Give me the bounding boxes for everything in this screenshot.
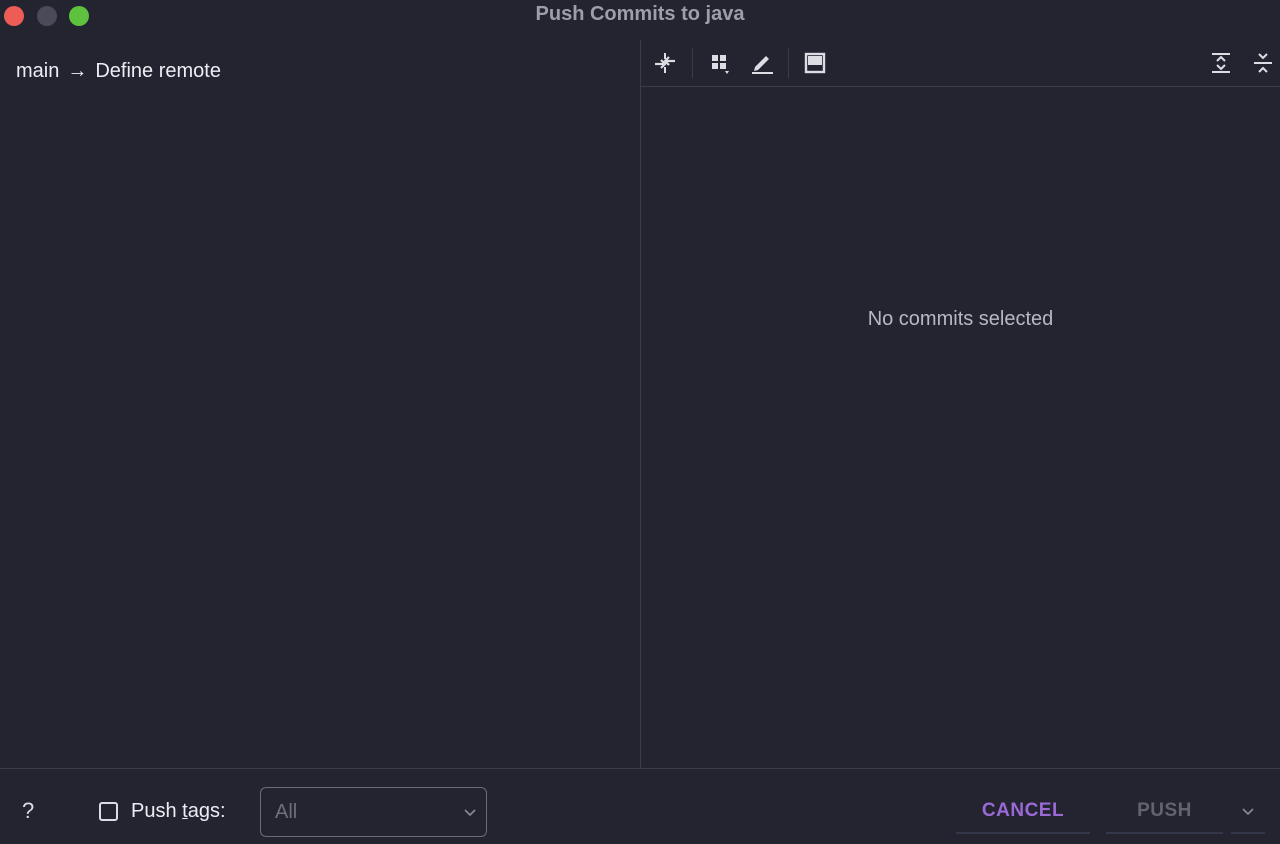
preview-diff-icon[interactable] — [801, 49, 829, 77]
push-arrow-icon: → — [67, 60, 88, 82]
empty-state-message: No commits selected — [867, 308, 1054, 330]
cancel-button[interactable]: CANCEL — [956, 790, 1090, 834]
collapse-all-icon[interactable] — [1249, 49, 1277, 77]
push-commits-dialog: Push Commits to java main → Define remot… — [0, 0, 1280, 844]
push-button[interactable]: PUSH — [1106, 790, 1223, 834]
title-bar: Push Commits to java — [0, 0, 1280, 34]
push-tags-label[interactable]: Push tags: — [131, 800, 226, 823]
tags-select[interactable]: All — [260, 787, 487, 837]
details-toolbar — [641, 40, 1280, 87]
toolbar-separator — [692, 48, 693, 78]
push-options-dropdown[interactable] — [1231, 790, 1265, 834]
group-by-icon[interactable] — [707, 49, 735, 77]
window-title: Push Commits to java — [535, 3, 745, 25]
define-remote-link[interactable]: Define remote — [95, 60, 221, 83]
push-tags-label-suffix: ags: — [187, 800, 226, 822]
repository-tree-panel: main → Define remote — [0, 40, 640, 768]
help-button[interactable]: ? — [22, 798, 34, 824]
bottom-divider — [0, 768, 1280, 769]
local-branch-label: main — [16, 60, 60, 82]
expand-all-icon[interactable] — [1207, 49, 1235, 77]
tags-select-value: All — [275, 801, 298, 823]
branch-row[interactable]: main → Define remote — [16, 60, 221, 83]
push-tags-checkbox[interactable] — [99, 802, 118, 821]
edit-icon[interactable] — [748, 49, 776, 77]
commit-details-panel: No commits selected — [641, 40, 1280, 768]
push-tags-label-prefix: Push — [131, 800, 183, 822]
chevron-down-icon — [1242, 808, 1254, 816]
chevron-down-icon — [462, 804, 478, 820]
collapse-arrows-icon[interactable] — [651, 49, 679, 77]
toolbar-separator — [788, 48, 789, 78]
